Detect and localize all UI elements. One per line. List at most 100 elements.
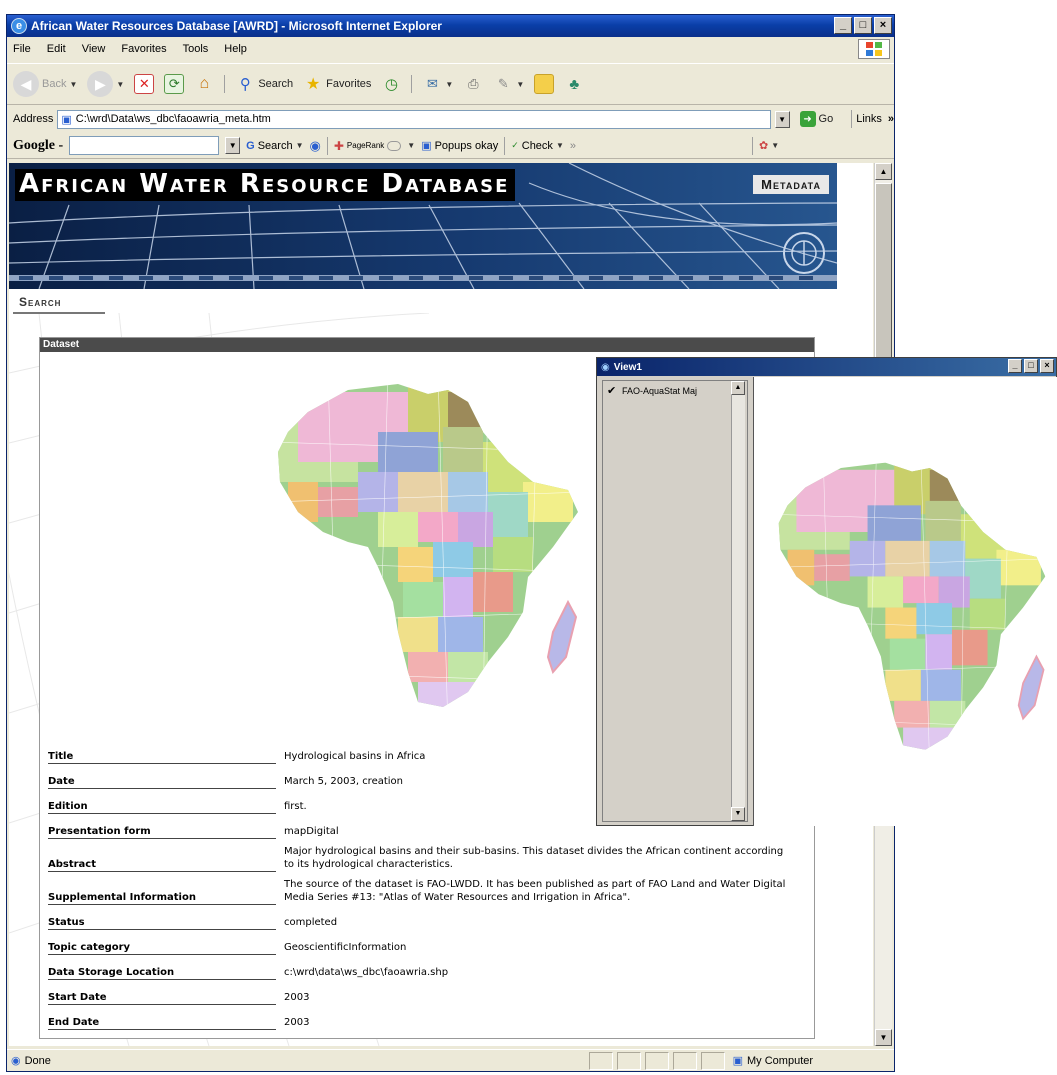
google-news-icon[interactable]: ◉ (310, 138, 321, 154)
metadata-key: Data Storage Location (48, 954, 276, 980)
scroll-down-icon[interactable]: ▼ (875, 1029, 892, 1046)
pagerank-indicator[interactable]: ✚ PageRank (334, 139, 402, 153)
view1-titlebar[interactable]: ◉ View1 _ □ × (597, 358, 1056, 376)
google-search-dropdown[interactable]: ▼ (225, 137, 241, 154)
metadata-key: Abstract (48, 838, 276, 872)
toc-scroll-down-icon[interactable]: ▼ (731, 807, 745, 821)
maximize-button[interactable]: □ (854, 17, 872, 34)
madagascar-shape (546, 599, 578, 674)
status-cell (588, 1051, 613, 1070)
back-label: Back (42, 78, 67, 90)
table-row: Abstract Major hydrological basins and t… (48, 838, 796, 872)
home-icon[interactable]: ⌂ (194, 74, 214, 94)
status-zone-label: My Computer (747, 1054, 814, 1067)
go-button[interactable]: ➜ Go (799, 111, 834, 127)
chevron-down-icon: ▼ (295, 141, 304, 150)
forward-button[interactable]: ▶ ▼ (87, 71, 124, 97)
menu-file[interactable]: File (13, 43, 31, 55)
scroll-up-icon[interactable]: ▲ (875, 163, 892, 180)
menu-edit[interactable]: Edit (47, 43, 66, 55)
back-button[interactable]: ◀ Back ▼ (13, 71, 77, 97)
map-canvas[interactable] (753, 377, 1057, 826)
print-icon[interactable]: ⎙ (463, 74, 483, 94)
africa-basins-map (278, 384, 578, 707)
check-label: Check (521, 139, 553, 152)
metadata-key: Topic category (48, 929, 276, 955)
google-logo[interactable]: Google - (13, 138, 63, 154)
chevron-down-icon: ▼ (516, 79, 525, 89)
google-options-button[interactable]: ✿ ▼ (759, 139, 779, 152)
view1-close-button[interactable]: × (1040, 359, 1054, 373)
metadata-value: 2003 (284, 1017, 310, 1028)
toolbar-separator (504, 136, 506, 155)
fao-logo-icon (783, 232, 825, 274)
chevron-down-icon: ▼ (555, 141, 564, 150)
stop-icon[interactable]: ✕ (134, 74, 155, 94)
address-input[interactable]: ▣ C:\wrd\Data\ws_dbc\faoawria_meta.htm (57, 109, 771, 129)
toolbar-separator (411, 75, 413, 93)
messenger-icon[interactable]: ♣ (564, 74, 584, 94)
toolbar-separator (224, 75, 226, 93)
dataset-header: Dataset (40, 338, 814, 352)
history-icon[interactable]: ◷ (381, 74, 401, 94)
windows-flag-icon (858, 39, 890, 59)
google-options-icon: ✿ (758, 140, 769, 152)
links-more-icon: » (887, 113, 895, 125)
refresh-icon[interactable]: ⟳ (164, 74, 185, 94)
toc-scroll-up-icon[interactable]: ▲ (731, 381, 745, 395)
pagerank-bar-icon (387, 140, 402, 151)
menu-tools[interactable]: Tools (183, 43, 209, 55)
google-search-label: Search (257, 139, 293, 152)
mail-button[interactable]: ✉ ▼ (422, 74, 453, 94)
africa-basins-map-view (778, 462, 1046, 750)
browser-titlebar[interactable]: e African Water Resources Database [AWRD… (7, 15, 894, 37)
metadata-value: c:\wrd\data\ws_dbc\faoawria.shp (284, 967, 449, 978)
menu-bar: File Edit View Favorites Tools Help (7, 37, 894, 61)
banner-section-label: Metadata (753, 175, 829, 194)
table-row: Topic category GeoscientificInformation (48, 929, 796, 955)
chevron-down-icon: ▼ (445, 79, 454, 89)
favorites-button[interactable]: ★ Favorites (303, 74, 371, 94)
close-button[interactable]: × (874, 17, 892, 34)
metadata-key: Status (48, 904, 276, 930)
view1-title: View1 (613, 361, 642, 373)
page-done-icon: ◉ (11, 1055, 21, 1067)
checkbox-checked-icon[interactable]: ✔ (607, 386, 617, 397)
spellcheck-icon: ✓ (511, 140, 519, 150)
address-value: C:\wrd\Data\ws_dbc\faoawria_meta.htm (75, 113, 271, 125)
google-search-input[interactable] (69, 136, 220, 155)
nav-underline (13, 312, 105, 314)
go-label: Go (818, 113, 834, 125)
spellcheck-button[interactable]: ✓ Check ▼ (511, 140, 564, 152)
links-button[interactable]: Links » (856, 113, 894, 125)
metadata-key: Edition (48, 788, 276, 814)
menu-help[interactable]: Help (224, 43, 247, 55)
edit-button[interactable]: ✎ ▼ (493, 74, 524, 94)
search-button[interactable]: ⚲ Search (235, 74, 293, 94)
popup-blocker-button[interactable]: ▣ Popups okay (421, 139, 498, 153)
menu-favorites[interactable]: Favorites (121, 43, 166, 55)
address-dropdown[interactable]: ▼ (774, 110, 790, 128)
view1-maximize-button[interactable]: □ (1024, 359, 1038, 373)
status-cell (672, 1051, 697, 1070)
metadata-value: Major hydrological basins and their sub-… (284, 846, 784, 870)
toolbar-separator (751, 136, 753, 155)
google-more-icon[interactable]: » (570, 140, 576, 152)
layer-item[interactable]: ✔ FAO-AquaStat Maj (607, 386, 697, 397)
status-cell (700, 1051, 725, 1070)
toc-scrollbar[interactable] (731, 395, 745, 807)
search-link[interactable]: Search (19, 295, 61, 309)
table-row: Status completed (48, 904, 796, 930)
metadata-key: End Date (48, 1004, 276, 1030)
chevron-down-icon[interactable]: ▼ (407, 141, 415, 150)
menu-view[interactable]: View (82, 43, 106, 55)
view1-minimize-button[interactable]: _ (1008, 359, 1022, 373)
folder-icon[interactable] (534, 74, 555, 94)
metadata-key: Supplemental Information (48, 871, 276, 905)
banner-title: African Water Resource Database (15, 169, 516, 201)
site-banner: African Water Resource Database Metadata (9, 163, 837, 289)
metadata-value: The source of the dataset is FAO-LWDD. I… (284, 879, 786, 903)
minimize-button[interactable]: _ (834, 17, 852, 34)
google-search-button[interactable]: G Search ▼ (246, 140, 303, 152)
metadata-value: 2003 (284, 992, 310, 1003)
